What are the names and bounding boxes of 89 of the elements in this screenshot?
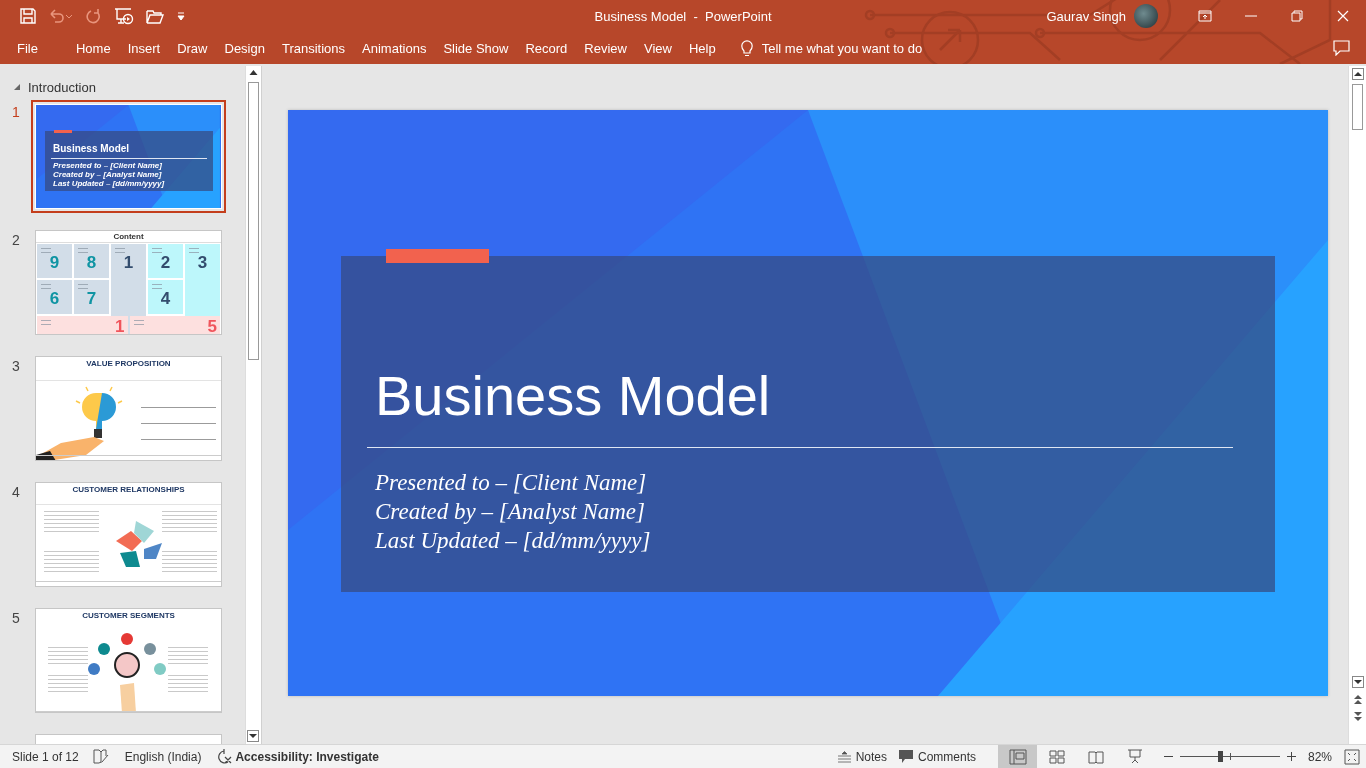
scrollbar[interactable] xyxy=(245,66,261,744)
previous-slide-icon[interactable] xyxy=(1352,694,1363,705)
accessibility-icon[interactable] xyxy=(216,748,233,765)
tell-me-field[interactable]: Tell me what you want to do xyxy=(761,40,923,56)
notes-button[interactable]: Notes xyxy=(831,745,893,768)
notes-icon xyxy=(837,750,851,763)
slide-number: 5 xyxy=(11,609,21,628)
customize-menu-icon[interactable] xyxy=(176,11,186,21)
scroll-down-icon[interactable] xyxy=(1351,676,1364,688)
lightbulb-icon xyxy=(740,39,753,57)
folder-icon[interactable] xyxy=(146,8,164,24)
subtitle-line[interactable]: Last Updated – [dd/mm/yyyy] xyxy=(375,526,651,555)
ribbon-tab[interactable]: Animations xyxy=(354,34,435,62)
slide-thumbnail[interactable]: VALUE PROPOSITION xyxy=(35,356,222,461)
subtitle-line[interactable]: Last Updated – [dd/mm/yyyy] xyxy=(53,179,165,188)
ribbon-tab[interactable]: Insert xyxy=(119,34,169,62)
window-title: Business Model - PowerPoint xyxy=(594,9,772,24)
subtitle-line[interactable]: Created by – [Analyst Name] xyxy=(53,170,162,179)
comments-button[interactable]: Comments xyxy=(893,745,982,768)
close-icon xyxy=(1337,10,1349,22)
ribbon-tab[interactable]: View xyxy=(636,34,680,62)
cell-number: 8 xyxy=(86,254,97,272)
save-icon[interactable] xyxy=(20,8,36,24)
ribbon-tab[interactable]: Review xyxy=(576,34,635,62)
subtitle-line[interactable]: Created by – [Analyst Name] xyxy=(375,497,645,526)
slide-title[interactable]: Business Model xyxy=(375,360,771,432)
undo-icon[interactable] xyxy=(48,8,74,24)
slide-number: 4 xyxy=(11,483,21,502)
slide-heading: CUSTOMER SEGMENTS xyxy=(81,610,176,622)
present-from-start-icon[interactable] xyxy=(114,7,134,25)
user-avatar[interactable] xyxy=(1134,4,1158,28)
user-name[interactable]: Gaurav Singh xyxy=(1046,8,1126,24)
normal-view-icon xyxy=(1008,748,1027,765)
slide-number: 3 xyxy=(11,357,21,376)
cell-number: 3 xyxy=(197,254,208,272)
ribbon-tab[interactable]: Design xyxy=(216,34,273,62)
cell-number: 4 xyxy=(160,290,171,308)
book-icon xyxy=(1087,749,1104,764)
scroll-down-icon[interactable] xyxy=(247,730,259,742)
scroll-thumb[interactable] xyxy=(248,82,259,360)
slide-thumbnail[interactable]: CUSTOMER SEGMENTS xyxy=(35,608,222,713)
ribbon-tab[interactable]: File xyxy=(9,34,46,62)
scrollbar[interactable] xyxy=(1348,66,1366,744)
scroll-thumb[interactable] xyxy=(1352,84,1363,130)
accessibility-status[interactable]: Accessibility: Investigate xyxy=(235,749,379,764)
cell-number: 5 xyxy=(207,318,217,334)
cell-number: 1 xyxy=(123,254,134,272)
title-box[interactable] xyxy=(341,256,1275,592)
slide-heading: VALUE PROPOSITION xyxy=(85,358,172,370)
redo-icon[interactable] xyxy=(86,8,102,24)
spelling-check-icon[interactable] xyxy=(92,749,109,764)
ribbon-tab[interactable]: Transitions xyxy=(273,34,354,62)
fit-to-window-icon[interactable] xyxy=(1344,748,1360,765)
scroll-up-icon[interactable] xyxy=(1351,68,1364,80)
slide-heading: CUSTOMER RELATIONSHIPS xyxy=(71,484,186,496)
minimize-icon xyxy=(1245,15,1257,17)
comment-icon[interactable] xyxy=(1333,40,1350,56)
ribbon-tab[interactable]: Draw xyxy=(169,34,216,62)
slide-heading: Content xyxy=(36,231,221,243)
next-slide-icon[interactable] xyxy=(1352,711,1363,722)
ribbon-tab[interactable]: Home xyxy=(67,34,119,62)
cell-number: 6 xyxy=(49,290,60,308)
cell-number: 1 xyxy=(115,318,125,334)
slide-thumbnail[interactable]: CUSTOMER RELATIONSHIPS xyxy=(35,482,222,587)
cell-number: 2 xyxy=(160,254,171,272)
ribbon-tab[interactable]: Record xyxy=(517,34,576,62)
cell-number: 7 xyxy=(86,290,97,308)
section-title[interactable]: Introduction xyxy=(28,79,96,95)
subtitle-line[interactable]: Presented to – [Client Name] xyxy=(53,161,162,170)
ribbon-tab[interactable]: Help xyxy=(680,34,724,62)
ribbon-tab[interactable]: Slide Show xyxy=(435,34,517,62)
cell-number: 9 xyxy=(49,254,60,272)
subtitle-line[interactable]: Presented to – [Client Name] xyxy=(375,468,647,497)
slide-counter: Slide 1 of 12 xyxy=(12,749,79,764)
collapse-triangle-icon[interactable] xyxy=(14,84,20,90)
slide-title[interactable]: Business Model xyxy=(53,143,130,155)
zoom-in-icon[interactable] xyxy=(1287,752,1296,761)
slide-number: 1 xyxy=(11,104,21,122)
slide-number: 2 xyxy=(11,231,21,250)
slide-thumbnail[interactable]: Content 9 8 1 2 3 6 7 4 1 5 xyxy=(35,230,222,335)
slide-canvas[interactable]: Business Model Presented to – [Client Name] Created by – [Analyst Name] Last Updated – [dd/mm/yyyy] xyxy=(288,110,1328,696)
zoom-percentage[interactable]: 82% xyxy=(1300,749,1340,764)
ribbon-display-icon xyxy=(1198,10,1212,22)
zoom-slider-thumb[interactable] xyxy=(1218,751,1223,762)
language-label[interactable]: English (India) xyxy=(124,749,202,764)
comment-icon xyxy=(899,750,913,763)
restore-icon xyxy=(1291,10,1303,22)
projector-screen-icon xyxy=(1126,749,1143,764)
grid-view-icon xyxy=(1048,749,1065,764)
